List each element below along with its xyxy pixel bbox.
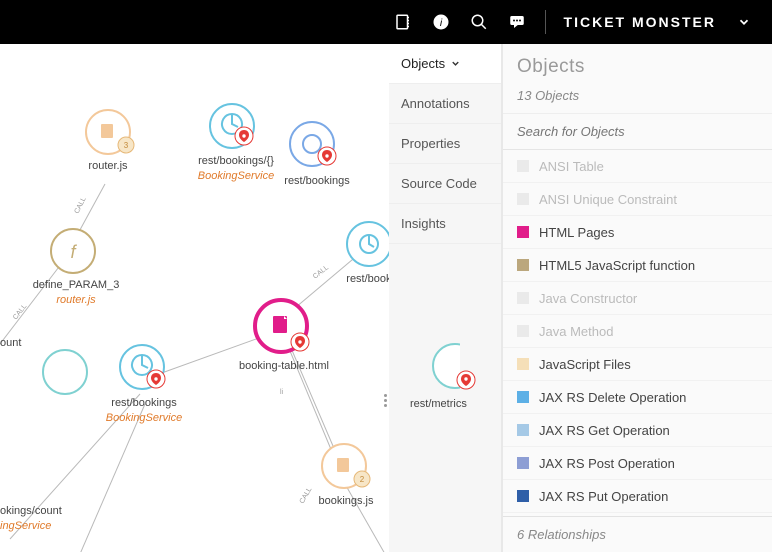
filter-item[interactable]: HTML5 JavaScript function (503, 249, 772, 282)
filter-label: JAX RS Post Operation (539, 456, 675, 471)
filter-item[interactable]: HTML Pages (503, 216, 772, 249)
tabs-column: Objects Annotations Properties Source Co… (389, 44, 502, 552)
tab-properties[interactable]: Properties (389, 124, 501, 164)
tab-label: Source Code (401, 176, 477, 191)
tab-source-code[interactable]: Source Code (389, 164, 501, 204)
node-label: bookings.js (306, 494, 386, 509)
color-swatch (517, 292, 529, 304)
filter-item[interactable]: ANSI Unique Constraint (503, 183, 772, 216)
tab-annotations[interactable]: Annotations (389, 84, 501, 124)
filter-item[interactable]: JAX RS Put Operation (503, 480, 772, 513)
chat-icon[interactable] (507, 12, 527, 32)
color-swatch (517, 193, 529, 205)
filter-label: JAX RS Delete Operation (539, 390, 686, 405)
filter-item[interactable]: JAX RS Post Operation (503, 447, 772, 480)
filter-item[interactable]: Java Constructor (503, 282, 772, 315)
color-swatch (517, 160, 529, 172)
filter-item[interactable]: JAX RS Get Operation (503, 414, 772, 447)
tab-label: Annotations (401, 96, 470, 111)
objects-panel: Objects 13 Objects ANSI Table ANSI Unique… (502, 44, 772, 552)
filter-label: HTML Pages (539, 225, 614, 240)
info-icon[interactable]: i (431, 12, 451, 32)
filter-label: ANSI Unique Constraint (539, 192, 677, 207)
color-swatch (517, 391, 529, 403)
color-swatch (517, 358, 529, 370)
color-swatch (517, 490, 529, 502)
node-label: define_PARAM_3router.js (16, 278, 136, 308)
kebab-menu-icon[interactable] (384, 394, 387, 407)
node-label: booking-table.html (224, 359, 344, 374)
node-label: ount (0, 336, 30, 351)
filter-item[interactable]: JavaScript Files (503, 348, 772, 381)
chevron-down-icon[interactable] (734, 12, 754, 32)
filter-label: ANSI Table (539, 159, 604, 174)
color-swatch (517, 325, 529, 337)
tab-label: Objects (401, 56, 445, 71)
color-swatch (517, 457, 529, 469)
color-swatch (517, 226, 529, 238)
node-label: rest/bookings/{}BookingService (186, 154, 286, 184)
filter-item[interactable]: ANSI Table (503, 150, 772, 183)
filter-item[interactable]: Java Method (503, 315, 772, 348)
node-label: rest/bookings (334, 272, 389, 287)
filter-label: JavaScript Files (539, 357, 631, 372)
relationships-header: 6 Relationships (503, 516, 772, 552)
graph-canvas[interactable]: CALL CALL CALL li CALL 3 (0, 44, 389, 552)
book-icon[interactable] (393, 12, 413, 32)
color-swatch (517, 424, 529, 436)
topbar-divider (545, 10, 546, 34)
node-label: rest/bookings (272, 174, 362, 189)
color-swatch (517, 259, 529, 271)
node-label: rest/bookingsBookingService (94, 396, 194, 426)
node-label: router.js (78, 159, 138, 174)
search-row (503, 114, 772, 150)
objects-count: 13 Objects (503, 82, 772, 114)
search-icon[interactable] (469, 12, 489, 32)
filter-list: ANSI Table ANSI Unique Constraint HTML Pag… (503, 150, 772, 516)
chevron-down-icon (450, 58, 461, 69)
topbar: i TICKET MONSTER (0, 0, 772, 44)
search-input[interactable] (503, 114, 772, 149)
filter-label: Java Method (539, 324, 613, 339)
filter-label: Java Constructor (539, 291, 637, 306)
tab-objects[interactable]: Objects (389, 44, 501, 84)
tab-label: Properties (401, 136, 460, 151)
filter-item[interactable]: JAX RS Delete Operation (503, 381, 772, 414)
filter-label: JAX RS Put Operation (539, 489, 668, 504)
objects-header: Objects (503, 44, 772, 82)
node-label: okings/countingService (0, 504, 80, 534)
filter-label: JAX RS Get Operation (539, 423, 670, 438)
tab-insights[interactable]: Insights (389, 204, 501, 244)
tab-label: Insights (401, 216, 446, 231)
app-title: TICKET MONSTER (564, 14, 716, 30)
filter-label: HTML5 JavaScript function (539, 258, 695, 273)
